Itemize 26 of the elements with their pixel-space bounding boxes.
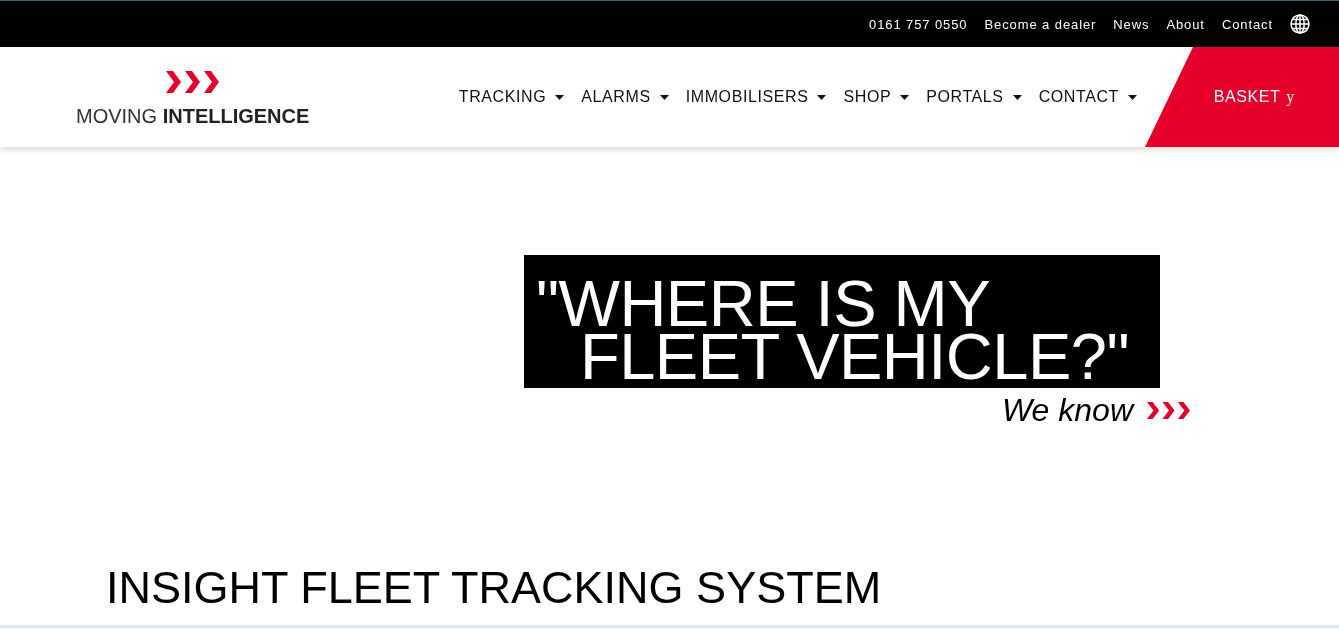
nav-menu-item[interactable]: TRACKING — [458, 88, 565, 106]
quote-line: FLEET VEHICLE?" — [580, 330, 1130, 383]
logo-text[interactable]: MOVING INTELLIGENCE — [76, 105, 310, 126]
nav-menu-item[interactable]: CONTACT — [1038, 88, 1137, 106]
top-link[interactable]: News — [1113, 16, 1150, 32]
nav-menu-item[interactable]: PORTALS — [926, 88, 1022, 106]
caret-icon — [900, 94, 910, 100]
chevrons-icon — [1147, 402, 1190, 419]
nav-menu-item[interactable]: IMMOBILISERS — [685, 88, 827, 106]
caret-icon — [1012, 94, 1022, 100]
tagline: We know — [1002, 394, 1133, 427]
basket-button[interactable]: BASKET y — [1145, 47, 1339, 147]
top-link[interactable]: About — [1166, 16, 1205, 32]
logo-chevrons-icon — [166, 70, 220, 93]
phone-link[interactable]: 0161 757 0550 — [869, 16, 968, 32]
caret-icon — [659, 94, 669, 100]
page-heading: INSIGHT FLEET TRACKING SYSTEM — [106, 562, 882, 614]
globe-icon[interactable] — [1290, 14, 1310, 34]
top-link[interactable]: Become a dealer — [984, 16, 1097, 32]
nav-menu-item[interactable]: ALARMS — [581, 88, 669, 106]
caret-icon — [817, 94, 827, 100]
caret-icon — [555, 94, 565, 100]
quote-line: "WHERE IS MY — [536, 277, 991, 330]
caret-icon — [1128, 94, 1137, 100]
top-link[interactable]: Contact — [1221, 16, 1273, 32]
nav-menu-item[interactable]: SHOP — [843, 88, 910, 106]
